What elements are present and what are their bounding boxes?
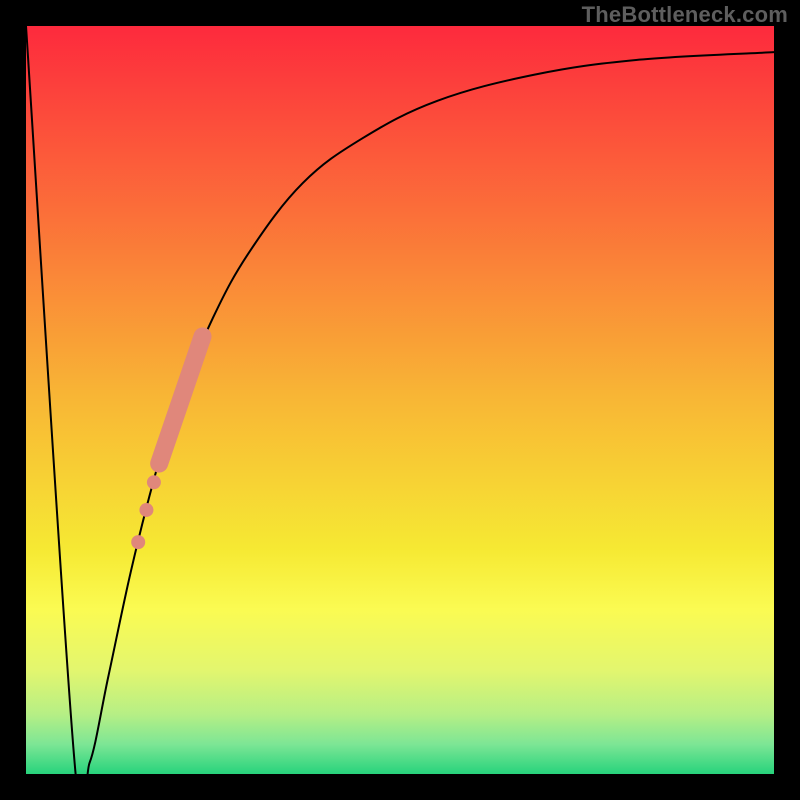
plot-background bbox=[26, 26, 774, 774]
bottleneck-chart bbox=[0, 0, 800, 800]
chart-container: TheBottleneck.com bbox=[0, 0, 800, 800]
highlight-dot bbox=[131, 535, 145, 549]
highlight-dot bbox=[147, 475, 161, 489]
highlight-dot bbox=[139, 503, 153, 517]
